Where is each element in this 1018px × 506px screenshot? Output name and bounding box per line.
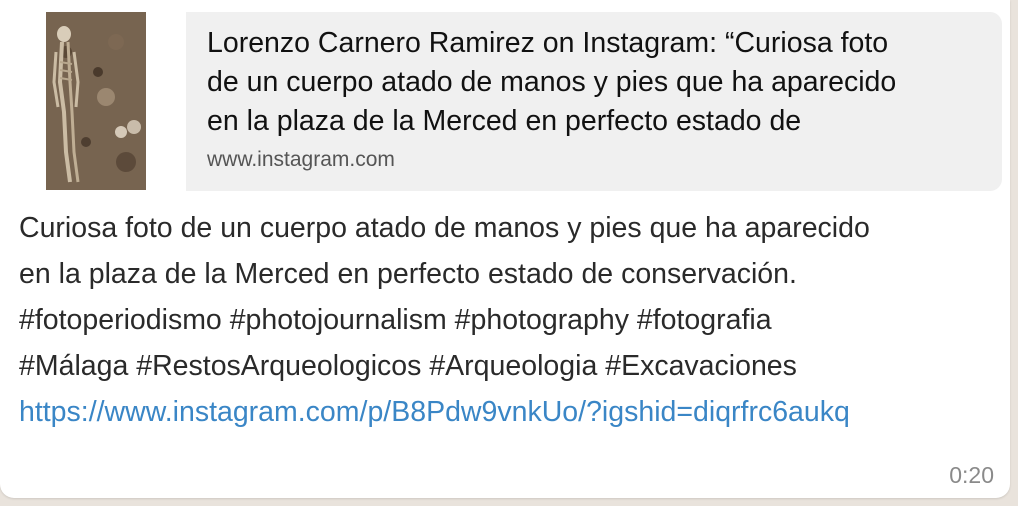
message-hashtags-line[interactable]: #Málaga #RestosArqueologicos #Arqueologi… bbox=[19, 343, 999, 389]
message-line: en la plaza de la Merced en perfecto est… bbox=[19, 258, 797, 290]
message-line: Curiosa foto de un cuerpo atado de manos… bbox=[19, 212, 870, 244]
link-preview-thumbnail[interactable] bbox=[46, 12, 146, 190]
link-preview-domain: www.instagram.com bbox=[207, 148, 395, 171]
message-bubble[interactable]: Lorenzo Carnero Ramirez on Instagram: “C… bbox=[0, 0, 1010, 498]
message-link[interactable]: https://www.instagram.com/p/B8Pdw9vnkUo/… bbox=[19, 389, 999, 435]
message-text: Curiosa foto de un cuerpo atado de manos… bbox=[19, 205, 999, 435]
message-timestamp: 0:20 bbox=[949, 462, 994, 488]
excavation-skeleton-photo-icon bbox=[46, 12, 146, 190]
link-preview-title: Lorenzo Carnero Ramirez on Instagram: “C… bbox=[207, 27, 897, 137]
link-preview-card[interactable]: Lorenzo Carnero Ramirez on Instagram: “C… bbox=[186, 12, 1002, 191]
message-hashtags-line[interactable]: #fotoperiodismo #photojournalism #photog… bbox=[19, 297, 999, 343]
